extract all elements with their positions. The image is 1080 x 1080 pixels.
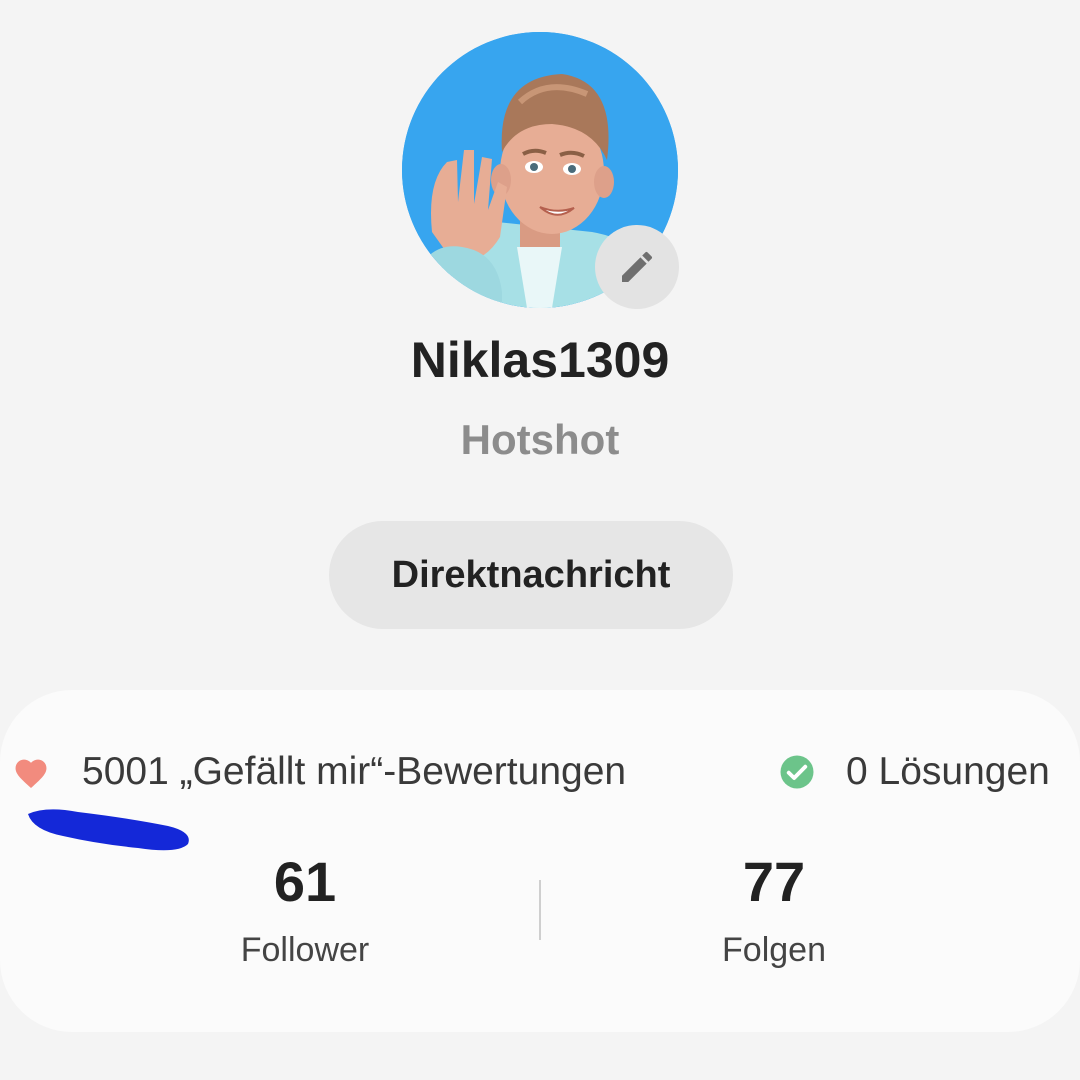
heart-icon [15,759,47,788]
followers-label: Follower [240,931,370,969]
solutions-stat: 0 Lösungen [779,748,1050,796]
check-circle-icon [780,755,814,789]
stats-divider [539,880,541,940]
username: Niklas1309 [410,332,670,388]
edit-avatar-button[interactable] [595,225,679,309]
likes-count-text: 5001 „Gefällt mir“-Bewertungen [82,750,627,793]
following-count: 77 [742,850,806,913]
following-label: Folgen [722,931,826,969]
user-rank: Hotshot [460,416,620,463]
solutions-count-text: 0 Lösungen [846,750,1050,793]
following-stat[interactable]: 77 Folgen [624,848,924,972]
followers-stat[interactable]: 61 Follower [155,848,455,972]
pencil-icon [622,251,653,282]
profile-avatar-container [402,32,679,309]
likes-stat: 5001 „Gefällt mir“-Bewertungen [12,748,626,796]
followers-count: 61 [273,850,337,913]
direct-message-button[interactable]: Direktnachricht [329,521,733,629]
